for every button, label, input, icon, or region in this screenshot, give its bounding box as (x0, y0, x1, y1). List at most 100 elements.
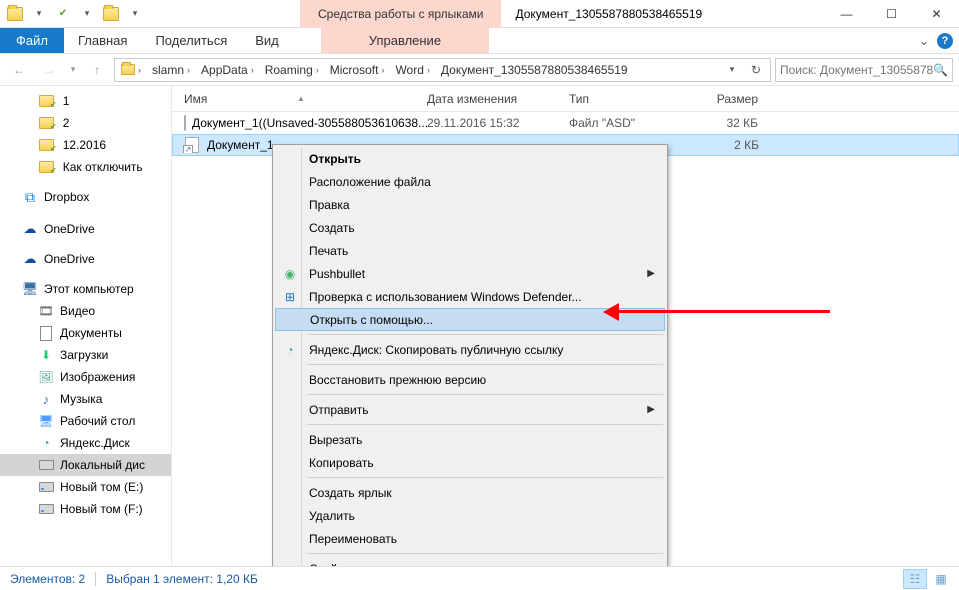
sidebar-pc-item[interactable]: ⬇Загрузки (0, 344, 171, 366)
sidebar-pc-item[interactable]: 🎞Видео (0, 300, 171, 322)
nav-recent-dropdown[interactable]: ▾ (66, 57, 80, 83)
col-date[interactable]: Дата изменения (427, 92, 569, 106)
sidebar-pc-item[interactable]: 🖥Рабочий стол (0, 410, 171, 432)
context-menu-item[interactable]: Копировать (275, 451, 665, 474)
nav-forward-button[interactable]: → (36, 57, 62, 83)
sidebar-pc-item[interactable]: Новый том (E:) (0, 476, 171, 498)
context-menu-item[interactable]: Отправить▶ (275, 398, 665, 421)
close-button[interactable]: ✕ (914, 0, 959, 27)
qat-folder-icon[interactable] (100, 3, 122, 25)
sidebar-item-label: Новый том (F:) (60, 502, 143, 516)
context-menu-item[interactable]: Создать (275, 216, 665, 239)
addr-dropdown-icon[interactable]: ▾ (720, 64, 744, 75)
qat-dropdown[interactable]: ▾ (124, 3, 146, 25)
sidebar-item-label: 12.2016 (63, 138, 106, 152)
search-icon[interactable]: 🔍 (933, 63, 948, 77)
context-menu-label: Открыть (309, 152, 361, 166)
file-type: Файл "ASD" (569, 116, 684, 130)
status-item-count: Элементов: 2 (10, 572, 85, 586)
context-menu-label: Переименовать (309, 532, 397, 546)
file-tab[interactable]: Файл (0, 28, 64, 53)
tab-view[interactable]: Вид (241, 28, 293, 53)
file-date: 29.11.2016 15:32 (427, 116, 569, 130)
context-menu-item[interactable]: Восстановить прежнюю версию (275, 368, 665, 391)
window-controls: — ☐ ✕ (824, 0, 959, 27)
document-icon (184, 115, 186, 131)
tab-manage[interactable]: Управление (321, 28, 489, 53)
context-menu-item[interactable]: ◔Яндекс.Диск: Скопировать публичную ссыл… (275, 338, 665, 361)
context-menu-item[interactable]: ⊞Проверка с использованием Windows Defen… (275, 285, 665, 308)
menu-separator (307, 364, 663, 365)
col-type[interactable]: Тип (569, 92, 684, 106)
view-icons-button[interactable]: ▦ (929, 569, 953, 589)
sidebar-pc-item[interactable]: ◔Яндекс.Диск (0, 432, 171, 454)
context-menu-item[interactable]: Создать ярлык (275, 481, 665, 504)
sidebar-item-label: Новый том (E:) (60, 480, 143, 494)
context-menu-item[interactable]: Правка (275, 193, 665, 216)
sidebar-pc-item[interactable]: 🖼Изображения (0, 366, 171, 388)
context-menu-label: Яндекс.Диск: Скопировать публичную ссылк… (309, 343, 563, 357)
sidebar-this-pc[interactable]: 🖥Этот компьютер (0, 278, 171, 300)
qat-btn-1[interactable]: ▾ (28, 3, 50, 25)
qat-check-icon[interactable]: ✔ (52, 3, 74, 25)
nav-up-button[interactable]: ↑ (84, 57, 110, 83)
addr-seg-0[interactable]: slamn› (148, 59, 197, 81)
context-menu-label: Создать ярлык (309, 486, 392, 500)
sidebar-item-label: Яндекс.Диск (60, 436, 130, 450)
status-bar: Элементов: 2 Выбран 1 элемент: 1,20 КБ ☷… (0, 566, 959, 590)
sidebar-cloud-item[interactable]: ⧉Dropbox (0, 186, 171, 208)
context-menu-item[interactable]: Открыть (275, 147, 665, 170)
sidebar-item-label: Рабочий стол (60, 414, 135, 428)
folder-app-icon[interactable] (4, 3, 26, 25)
context-menu-item[interactable]: Вырезать (275, 428, 665, 451)
context-menu-item[interactable]: Удалить (275, 504, 665, 527)
col-size[interactable]: Размер (684, 92, 774, 106)
search-box[interactable]: 🔍 (775, 58, 953, 82)
addr-seg-3[interactable]: Microsoft› (326, 59, 392, 81)
addr-root-icon[interactable]: › (117, 59, 148, 81)
maximize-button[interactable]: ☐ (869, 0, 914, 27)
sidebar-quick-item[interactable]: ✔12.2016 (0, 134, 171, 156)
search-input[interactable] (780, 63, 933, 77)
ribbon-expand-icon[interactable]: ⌄ (919, 34, 929, 48)
file-name: Документ_1((Unsaved-305588053610638... (192, 116, 427, 130)
addr-seg-4[interactable]: Word› (391, 59, 436, 81)
sidebar-quick-item[interactable]: ✔1 (0, 90, 171, 112)
context-menu-item[interactable]: Печать (275, 239, 665, 262)
sidebar-pc-item[interactable]: ♪Музыка (0, 388, 171, 410)
sidebar-cloud-item[interactable]: ☁OneDrive (0, 248, 171, 270)
view-details-button[interactable]: ☷ (903, 569, 927, 589)
minimize-button[interactable]: — (824, 0, 869, 27)
file-size: 2 КБ (685, 138, 775, 152)
sidebar-cloud-item[interactable]: ☁OneDrive (0, 218, 171, 240)
column-headers[interactable]: Имя▲ Дата изменения Тип Размер (172, 86, 959, 112)
context-menu-label: Pushbullet (309, 267, 365, 281)
qat-btn-2[interactable]: ▾ (76, 3, 98, 25)
context-menu-item[interactable]: Переименовать (275, 527, 665, 550)
tab-share[interactable]: Поделиться (141, 28, 241, 53)
sidebar-item-label: 1 (63, 94, 70, 108)
context-menu-item[interactable]: Открыть с помощью... (275, 308, 665, 331)
tab-home[interactable]: Главная (64, 28, 141, 53)
addr-seg-5[interactable]: Документ_1305587880538465519 (437, 59, 632, 81)
sidebar-quick-item[interactable]: ✔2 (0, 112, 171, 134)
sidebar-quick-item[interactable]: ✔Как отключить (0, 156, 171, 178)
address-bar[interactable]: › slamn› AppData› Roaming› Microsoft› Wo… (114, 58, 771, 82)
context-menu-label: Открыть с помощью... (310, 313, 433, 327)
addr-seg-1[interactable]: AppData› (197, 59, 261, 81)
sidebar-pc-item[interactable]: Локальный дис (0, 454, 171, 476)
nav-sidebar[interactable]: ✔1✔2✔12.2016✔Как отключить ⧉Dropbox ☁OneD… (0, 86, 172, 566)
context-menu-item[interactable]: ◉Pushbullet▶ (275, 262, 665, 285)
quick-access-toolbar: ▾ ✔ ▾ ▾ (0, 0, 150, 27)
addr-seg-2[interactable]: Roaming› (261, 59, 326, 81)
nav-back-button[interactable]: ← (6, 57, 32, 83)
col-name[interactable]: Имя▲ (172, 92, 427, 106)
window-title: Документ_1305587880538465519 (501, 0, 824, 27)
refresh-icon[interactable]: ↻ (744, 63, 768, 77)
sidebar-pc-item[interactable]: Документы (0, 322, 171, 344)
context-menu: ОткрытьРасположение файлаПравкаСоздатьПе… (272, 144, 668, 583)
help-icon[interactable]: ? (937, 33, 953, 49)
file-row[interactable]: Документ_1((Unsaved-305588053610638... 2… (172, 112, 959, 134)
context-menu-item[interactable]: Расположение файла (275, 170, 665, 193)
sidebar-pc-item[interactable]: Новый том (F:) (0, 498, 171, 520)
